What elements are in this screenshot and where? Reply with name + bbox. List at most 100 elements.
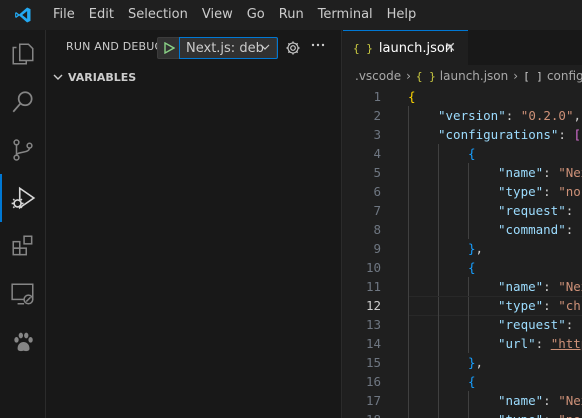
code-token: : (505, 108, 521, 123)
code-text: }, (468, 353, 483, 372)
code-token: "type" (498, 298, 544, 313)
remote-explorer-icon[interactable] (0, 270, 46, 318)
indent-guide (438, 239, 439, 258)
json-file-icon: { } (353, 41, 373, 55)
code-editor[interactable]: 1{2 "version": "0.2.0", 3 "configurations":… (343, 87, 582, 418)
indent-guide (408, 220, 409, 239)
indent-guide (438, 372, 439, 391)
debug-toolbar: RUN AND DEBUG Next.js: deb (46, 30, 342, 65)
indent-guide (468, 315, 469, 334)
code-token: "version" (438, 108, 506, 123)
code-token: , (475, 355, 484, 370)
tab-label: launch.json (378, 40, 454, 56)
code-token: : (543, 298, 559, 313)
indent-guide (438, 258, 439, 277)
menu-item-selection[interactable]: Selection (121, 0, 195, 30)
chevron-down-icon (53, 74, 63, 80)
code-token: : (543, 184, 559, 199)
code-text: "request": ' (498, 201, 582, 220)
code-text: { (468, 258, 476, 277)
indent-guide (468, 334, 469, 353)
indent-guide (438, 353, 439, 372)
paw-icon[interactable] (0, 318, 46, 366)
code-line: 14 "url": "http (343, 334, 582, 353)
indent-guide (408, 258, 409, 277)
indent-guide (438, 220, 439, 239)
line-number: 10 (365, 260, 381, 275)
code-token: "name" (498, 279, 544, 294)
code-line: 18 "type": "noc (343, 410, 582, 418)
breadcrumb-file[interactable]: launch.json (440, 69, 508, 83)
search-icon[interactable] (0, 78, 46, 126)
gear-icon (286, 41, 300, 55)
line-number: 13 (365, 317, 381, 332)
breadcrumb-separator-icon: › (513, 69, 519, 83)
menu-item-terminal[interactable]: Terminal (311, 0, 380, 30)
code-token: } (468, 355, 476, 370)
line-number: 12 (365, 298, 381, 313)
menu-item-help[interactable]: Help (380, 0, 424, 30)
breadcrumb-folder[interactable]: .vscode (355, 69, 401, 83)
code-token: , (573, 108, 582, 123)
code-text: { (468, 144, 476, 163)
more-actions-button[interactable] (308, 36, 328, 56)
code-token: , (475, 241, 484, 256)
indent-guide (468, 220, 469, 239)
launch-config-select[interactable]: Next.js: deb (179, 37, 278, 59)
code-token: "name" (498, 393, 544, 408)
line-number: 15 (365, 355, 381, 370)
indent-guide (408, 277, 409, 296)
code-token: "url" (498, 336, 536, 351)
indent-guide (438, 296, 439, 315)
explorer-icon[interactable] (0, 30, 46, 78)
breadcrumb-node[interactable]: configura (547, 69, 582, 83)
code-line: 13 "request": ' (343, 315, 582, 334)
run-debug-icon[interactable] (0, 174, 46, 222)
indent-guide (408, 201, 409, 220)
variables-label: VARIABLES (68, 70, 137, 84)
code-text: "command": ' (498, 220, 582, 239)
open-launch-json-button[interactable] (284, 39, 302, 57)
line-number: 11 (365, 279, 381, 294)
menu-item-run[interactable]: Run (272, 0, 311, 30)
menu-item-view[interactable]: View (195, 0, 240, 30)
indent-guide (408, 239, 409, 258)
line-number: 7 (373, 203, 381, 218)
indent-guide (408, 125, 409, 144)
code-line: 2 "version": "0.2.0", (343, 106, 582, 125)
menu-item-file[interactable]: File (46, 0, 82, 30)
menu-item-go[interactable]: Go (240, 0, 272, 30)
line-number: 4 (373, 146, 381, 161)
code-text: { (408, 87, 416, 106)
editor-tabs: { } launch.json ✕ (343, 30, 582, 65)
menu-item-edit[interactable]: Edit (82, 0, 121, 30)
editor-area: { } launch.json ✕ .vscode › { } launch.j… (343, 30, 582, 418)
run-and-debug-sidebar: RUN AND DEBUG Next.js: deb VARIABLES (46, 30, 342, 418)
code-token: { (468, 146, 476, 161)
line-number: 2 (373, 108, 381, 123)
start-debugging-button[interactable] (158, 38, 180, 58)
close-icon[interactable]: ✕ (444, 40, 456, 56)
code-line: 17 "name": "Nex (343, 391, 582, 410)
code-token: "request" (498, 317, 566, 332)
code-token: "configurations" (438, 127, 559, 142)
line-number: 14 (365, 336, 381, 351)
line-number: 9 (373, 241, 381, 256)
tab-launch-json[interactable]: { } launch.json ✕ (343, 30, 468, 65)
code-line: 12 "type": "chr (343, 296, 582, 316)
code-token: : (565, 317, 581, 332)
indent-guide (408, 163, 409, 182)
sidebar-title: RUN AND DEBUG (66, 40, 164, 53)
line-number: 3 (373, 127, 381, 142)
variables-section-header[interactable]: VARIABLES (46, 66, 342, 88)
code-text: "request": ' (498, 315, 582, 334)
code-line: 1{ (343, 87, 582, 106)
source-control-icon[interactable] (0, 126, 46, 174)
code-token: : (565, 203, 581, 218)
indent-guide (438, 315, 439, 334)
code-line: 10 { (343, 258, 582, 277)
line-number: 8 (373, 222, 381, 237)
code-text: "configurations": [ (438, 125, 581, 144)
code-text: "type": "noc (498, 182, 582, 201)
extensions-icon[interactable] (0, 222, 46, 270)
